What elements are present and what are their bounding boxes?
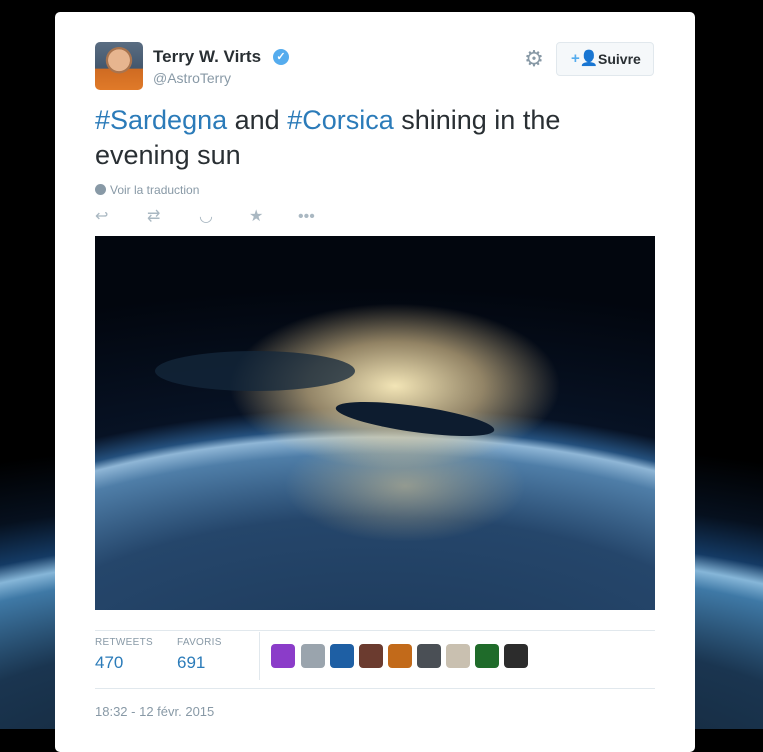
favoriter-avatar[interactable] (330, 644, 354, 668)
globe-icon (95, 184, 106, 195)
star-icon[interactable]: ★ (249, 208, 263, 226)
photo-island (333, 394, 497, 444)
follow-label: Suivre (598, 51, 641, 67)
tweet-text-segment: and (227, 105, 288, 135)
favoriter-avatar[interactable] (301, 644, 325, 668)
author-handle[interactable]: @AstroTerry (153, 70, 231, 86)
favorites-count[interactable]: 691 (177, 653, 205, 673)
hashtag-link[interactable]: #Sardegna (95, 105, 227, 135)
favoriter-avatar[interactable] (504, 644, 528, 668)
more-dots-icon[interactable]: ••• (298, 208, 315, 226)
favoriter-avatar[interactable] (388, 644, 412, 668)
retweets-label: RETWEETS (95, 637, 153, 648)
favoriter-avatar[interactable] (417, 644, 441, 668)
retweets-count[interactable]: 470 (95, 653, 123, 673)
favoriter-avatar[interactable] (446, 644, 470, 668)
favoriter-avatar[interactable] (271, 644, 295, 668)
hashtag-link[interactable]: #Corsica (287, 105, 394, 135)
tweet-card: Terry W. Virts ✓ @AstroTerry ⚙ +👤 Suivre… (55, 12, 695, 752)
add-user-icon: +👤 (571, 50, 599, 67)
stats-vertical-divider (259, 632, 260, 680)
stats-divider (95, 630, 655, 631)
favorites-label: FAVORIS (177, 637, 222, 648)
tweet-text: #Sardegna and #Corsica shining in the ev… (95, 103, 635, 173)
favoriter-avatar[interactable] (359, 644, 383, 668)
retweet-icon[interactable]: ⇄ (147, 208, 160, 226)
verified-badge-icon: ✓ (273, 49, 289, 65)
tweet-photo[interactable] (95, 236, 655, 610)
gear-icon[interactable]: ⚙ (523, 48, 545, 70)
author-name[interactable]: Terry W. Virts (153, 47, 261, 67)
stats-divider (95, 688, 655, 689)
follow-button[interactable]: +👤 Suivre (556, 42, 654, 76)
reply-icon[interactable]: ↩ (95, 208, 108, 226)
favoriter-avatar[interactable] (475, 644, 499, 668)
pocket-icon[interactable]: ◡ (199, 208, 213, 226)
photo-landmass (155, 351, 355, 391)
translate-label: Voir la traduction (110, 183, 200, 197)
author-avatar[interactable] (95, 42, 143, 90)
tweet-timestamp[interactable]: 18:32 - 12 févr. 2015 (95, 704, 214, 719)
translate-link[interactable]: Voir la traduction (95, 183, 199, 197)
